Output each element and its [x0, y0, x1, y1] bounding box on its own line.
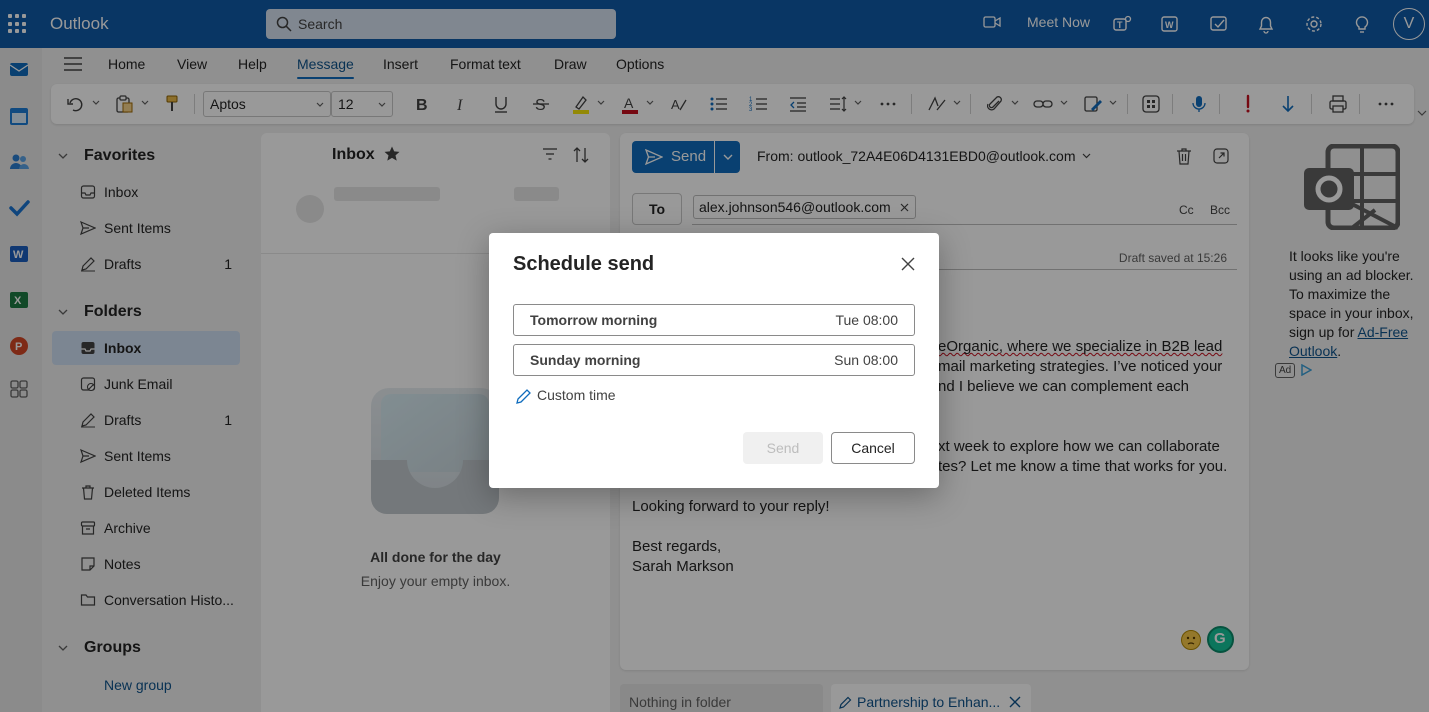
option-tomorrow-morning[interactable]: Tomorrow morning Tue 08:00	[513, 304, 915, 336]
option-label: Tomorrow morning	[530, 312, 658, 328]
schedule-send-dialog: Schedule send Tomorrow morning Tue 08:00…	[489, 233, 939, 488]
option-label: Sunday morning	[530, 352, 641, 368]
option-time: Tue 08:00	[835, 312, 898, 328]
option-time: Sun 08:00	[834, 352, 898, 368]
dialog-send-button[interactable]: Send	[743, 432, 823, 464]
pencil-icon	[516, 389, 531, 404]
dialog-cancel-button[interactable]: Cancel	[831, 432, 915, 464]
close-icon[interactable]	[900, 256, 916, 272]
dialog-title: Schedule send	[513, 253, 655, 275]
option-sunday-morning[interactable]: Sunday morning Sun 08:00	[513, 344, 915, 376]
custom-time-button[interactable]: Custom time	[515, 387, 616, 404]
